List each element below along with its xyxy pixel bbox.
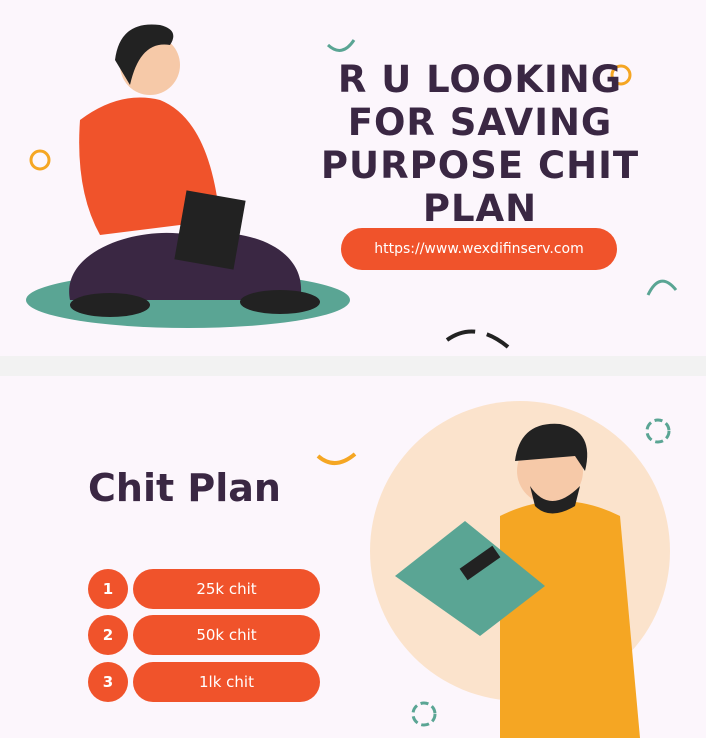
top-banner: R U LOOKING FOR SAVING PURPOSE CHIT PLAN… — [0, 0, 706, 356]
plan-number: 3 — [88, 662, 128, 702]
headline-line: R U LOOKING — [337, 58, 623, 101]
plan-number: 1 — [88, 569, 128, 609]
section-title: Chit Plan — [88, 466, 281, 510]
plan-number: 2 — [88, 615, 128, 655]
headline-line: FOR SAVING — [347, 101, 613, 144]
headline-line: PURPOSE CHIT — [320, 144, 640, 187]
plan-button[interactable]: 25k chit — [133, 569, 320, 609]
divider — [0, 356, 706, 376]
website-url-button[interactable]: https://www.wexdifinserv.com — [341, 228, 617, 270]
plan-button[interactable]: 50k chit — [133, 615, 320, 655]
headline-line: PLAN — [422, 187, 538, 230]
plan-button[interactable]: 1lk chit — [133, 662, 320, 702]
headline: R U LOOKING FOR SAVING PURPOSE CHIT PLAN — [300, 58, 660, 230]
bottom-banner: Chit Plan 1 25k chit 2 50k chit 3 1lk ch… — [0, 376, 706, 738]
